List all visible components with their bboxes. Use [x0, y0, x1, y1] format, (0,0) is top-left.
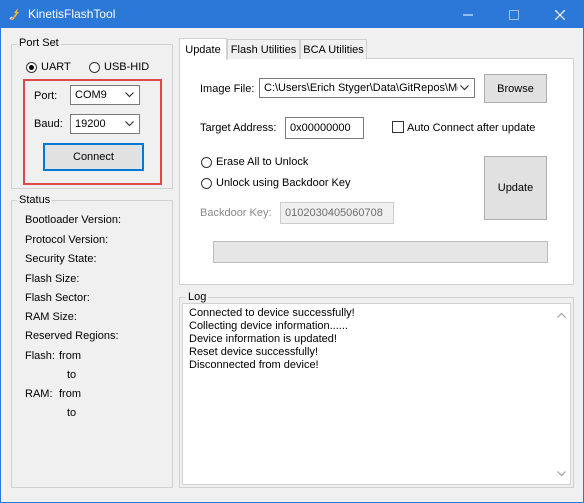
bootloader-version-label: Bootloader Version:	[25, 214, 122, 226]
auto-connect-label[interactable]: Auto Connect after update	[407, 122, 535, 134]
erase-all-radio-label: Erase All to Unlock	[216, 156, 309, 168]
baud-select-value: 19200	[75, 118, 106, 130]
backdoor-key-label: Backdoor Key:	[200, 207, 272, 219]
flash-to-label: to	[67, 369, 77, 381]
flash-from-label: from	[59, 350, 81, 362]
close-button[interactable]	[537, 1, 583, 28]
backdoor-key-input: 0102030405060708	[280, 202, 394, 224]
flash-region-label: Flash:	[25, 350, 55, 362]
tab-bca-utilities[interactable]: BCA Utilities	[300, 39, 367, 59]
erase-all-radio[interactable]: Erase All to Unlock	[201, 156, 308, 168]
image-file-select[interactable]: C:\Users\Erich Styger\Data\GitRepos\Mc	[259, 78, 475, 98]
tab-bca-utilities-label: BCA Utilities	[303, 43, 364, 56]
title-bar[interactable]: KinetisFlashTool	[1, 1, 583, 28]
image-file-label: Image File:	[200, 83, 255, 95]
log-line: Disconnected from device!	[189, 359, 319, 371]
log-text-area[interactable]: Connected to device successfully! Collec…	[182, 303, 571, 485]
chevron-down-icon[interactable]	[553, 465, 570, 482]
ram-size-label: RAM Size:	[25, 311, 77, 323]
update-button-label: Update	[497, 182, 534, 194]
log-line: Collecting device information......	[189, 320, 348, 332]
uart-radio-label: UART	[41, 61, 71, 73]
port-select[interactable]: COM9	[70, 85, 140, 105]
usbhid-radio-label: USB-HID	[104, 61, 150, 73]
chevron-down-icon	[123, 115, 135, 133]
port-label: Port:	[34, 90, 58, 102]
usbhid-radio[interactable]: USB-HID	[89, 61, 149, 73]
tab-flash-utilities[interactable]: Flash Utilities	[227, 39, 300, 59]
log-line: Connected to device successfully!	[189, 307, 355, 319]
chevron-up-icon[interactable]	[553, 306, 570, 323]
log-line: Device information is updated!	[189, 333, 337, 345]
log-title: Log	[186, 291, 209, 303]
flash-sector-label: Flash Sector:	[25, 292, 90, 304]
minimize-icon	[463, 14, 473, 15]
update-button[interactable]: Update	[484, 156, 547, 220]
security-state-label: Security State:	[25, 253, 97, 265]
tab-flash-utilities-label: Flash Utilities	[230, 43, 297, 56]
reserved-regions-label: Reserved Regions:	[25, 330, 119, 342]
connect-button[interactable]: Connect	[43, 143, 144, 171]
browse-button[interactable]: Browse	[484, 74, 547, 103]
baud-select[interactable]: 19200	[70, 114, 140, 134]
maximize-button[interactable]	[491, 1, 537, 28]
connect-button-label: Connect	[73, 151, 114, 163]
image-file-value: C:\Users\Erich Styger\Data\GitRepos\Mc	[264, 82, 463, 94]
auto-connect-checkbox[interactable]	[392, 121, 404, 133]
tab-update[interactable]: Update	[179, 38, 227, 60]
ram-to-label: to	[67, 407, 77, 419]
protocol-version-label: Protocol Version:	[25, 234, 109, 246]
port-set-title: Port Set	[17, 37, 61, 49]
target-address-value: 0x00000000	[290, 122, 351, 134]
backdoor-unlock-radio-circle	[201, 177, 212, 189]
minimize-button[interactable]	[445, 1, 491, 28]
browse-button-label: Browse	[497, 82, 534, 95]
baud-label: Baud:	[34, 118, 63, 130]
target-address-label: Target Address:	[200, 122, 277, 134]
uart-radio-circle	[26, 61, 37, 73]
lightning-wrench-icon	[9, 8, 19, 20]
backdoor-key-value: 0102030405060708	[285, 207, 383, 219]
close-icon	[555, 9, 565, 20]
update-progress-bar	[213, 241, 548, 263]
backdoor-unlock-radio-label: Unlock using Backdoor Key	[216, 177, 351, 189]
usbhid-radio-circle	[89, 61, 100, 73]
tab-update-label: Update	[185, 43, 221, 56]
port-select-value: COM9	[75, 89, 107, 101]
log-scrollbar[interactable]	[553, 304, 570, 484]
chevron-down-icon	[458, 79, 470, 97]
app-window: KinetisFlashTool Port Set UART USB-HID P…	[0, 0, 584, 503]
target-address-input[interactable]: 0x00000000	[285, 117, 364, 139]
ram-region-label: RAM:	[25, 388, 53, 400]
chevron-down-icon	[123, 86, 135, 104]
window-title: KinetisFlashTool	[28, 7, 116, 21]
erase-all-radio-circle	[201, 156, 212, 168]
status-title: Status	[17, 194, 53, 206]
log-line: Reset device successfully!	[189, 346, 318, 358]
ram-from-label: from	[59, 388, 81, 400]
maximize-icon	[509, 9, 519, 20]
uart-radio[interactable]: UART	[26, 61, 71, 73]
backdoor-unlock-radio[interactable]: Unlock using Backdoor Key	[201, 177, 351, 189]
flash-size-label: Flash Size:	[25, 273, 80, 285]
